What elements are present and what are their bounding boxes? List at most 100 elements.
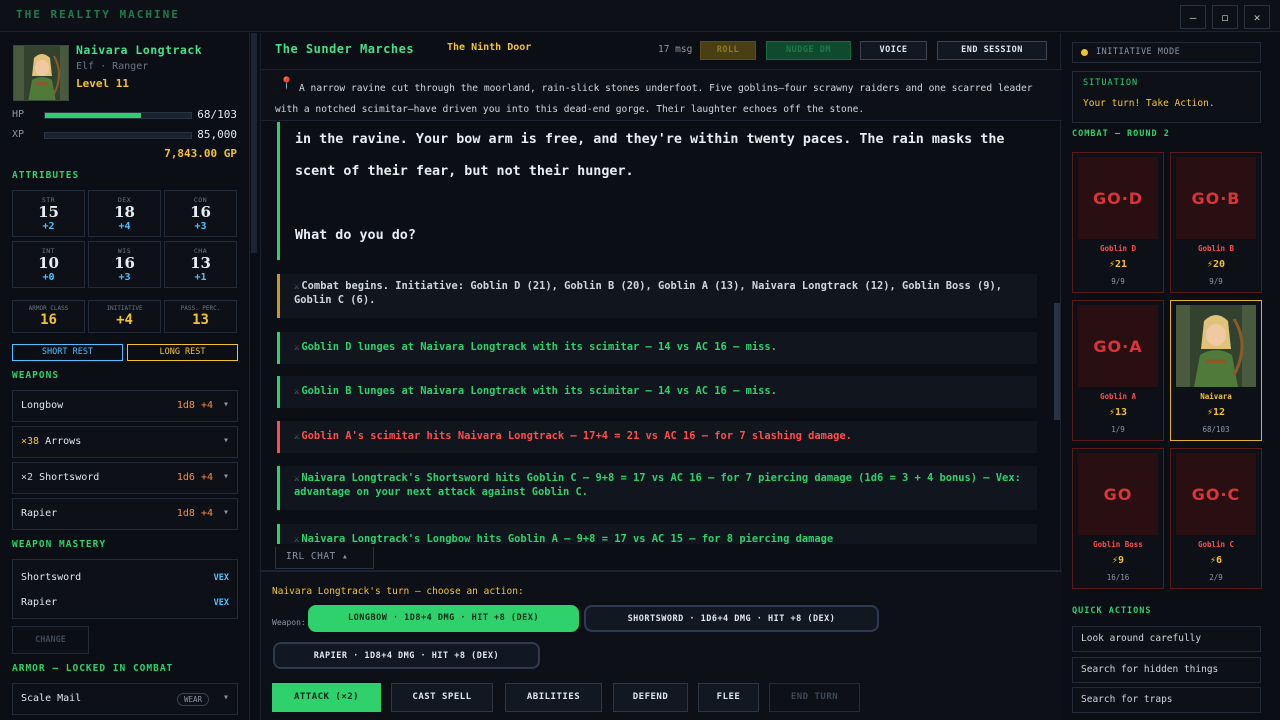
quick-action-search-traps[interactable]: Search for traps xyxy=(1072,687,1261,713)
scene-text: A narrow ravine cut through the moorland… xyxy=(275,83,1033,115)
long-rest-button[interactable]: LONG REST xyxy=(127,344,238,361)
weapon-name-wrap: ×38 Arrows xyxy=(21,436,81,447)
log-text: Goblin B lunges at Naivara Longtrack wit… xyxy=(301,385,777,397)
combatant-name: Goblin B xyxy=(1197,244,1235,253)
close-icon: ✕ xyxy=(1253,10,1261,24)
quick-action-search-hidden[interactable]: Search for hidden things xyxy=(1072,657,1261,683)
combatant-name: Goblin Boss xyxy=(1093,540,1143,549)
combatant-card-active[interactable]: Naivara ⚡12 68/103 xyxy=(1170,300,1262,441)
wear-badge[interactable]: WEAR xyxy=(176,693,209,706)
ranger-portrait-icon xyxy=(14,46,68,100)
goblin-c-portrait: GO·C xyxy=(1176,453,1256,535)
swords-icon: ⚔ xyxy=(294,535,300,544)
end-turn-button[interactable]: END TURN xyxy=(769,683,860,712)
message-log[interactable]: in the ravine. Your bow arm is free, and… xyxy=(261,122,1053,544)
character-portrait xyxy=(13,45,69,101)
naivara-portrait xyxy=(1176,305,1256,387)
title-bar: THE REALITY MACHINE — ◻ ✕ xyxy=(0,0,1280,32)
log-scrollbar[interactable] xyxy=(1054,303,1060,420)
situation-text: Your turn! Take Action. xyxy=(1083,98,1215,109)
hp-bar xyxy=(44,112,192,119)
combatant-card[interactable]: GO·C Goblin C ⚡6 2/9 xyxy=(1170,448,1262,589)
cast-spell-button[interactable]: CAST SPELL xyxy=(391,683,493,712)
character-panel: Naivara Longtrack Elf · Ranger Level 11 … xyxy=(0,33,250,720)
weapon-name: Shortsword xyxy=(39,472,100,483)
end-session-button[interactable]: END SESSION xyxy=(937,41,1047,60)
weapon-qty: ×38 xyxy=(21,436,40,447)
log-text: Combat begins. Initiative: Goblin D (21)… xyxy=(294,280,1003,306)
weapon-row-rapier[interactable]: Rapier 1d8 +4 ▾ xyxy=(12,498,238,530)
flee-button[interactable]: FLEE xyxy=(698,683,759,712)
weapon-name: Arrows xyxy=(45,436,82,447)
combat-panel: INITIATIVE MODE SITUATION Your turn! Tak… xyxy=(1062,33,1280,720)
goblin-a-portrait: GO·A xyxy=(1078,305,1158,387)
log-text: Naivara Longtrack's Longbow hits Goblin … xyxy=(301,533,834,544)
weapon-option-rapier[interactable]: RAPIER · 1D8+4 DMG · HIT +8 (DEX) xyxy=(273,642,540,669)
combatant-name: Goblin A xyxy=(1099,392,1137,401)
attr-mod: +3 xyxy=(194,221,207,232)
combatant-hp: 1/9 xyxy=(1111,425,1125,434)
chevron-down-icon[interactable]: ▾ xyxy=(223,507,229,518)
log-entry: ⚔ Goblin B lunges at Naivara Longtrack wi… xyxy=(277,376,1037,408)
weapon-name: Rapier xyxy=(21,508,58,519)
combatant-card[interactable]: GO·A Goblin A ⚡13 1/9 xyxy=(1072,300,1164,441)
weapon-option-longbow[interactable]: LONGBOW · 1D8+4 DMG · HIT +8 (DEX) xyxy=(308,605,579,632)
chevron-down-icon[interactable]: ▾ xyxy=(223,471,229,482)
campaign-title: The Sunder Marches xyxy=(275,42,415,56)
roll-button[interactable]: ROLL xyxy=(700,41,756,60)
left-scrollbar[interactable] xyxy=(251,33,257,253)
defend-button[interactable]: DEFEND xyxy=(613,683,688,712)
goblin-b-portrait: GO·B xyxy=(1176,157,1256,239)
attr-value: 18 xyxy=(114,203,135,221)
quick-action-look[interactable]: Look around carefully xyxy=(1072,626,1261,652)
character-level: Level 11 xyxy=(76,77,129,90)
weapon-name: Longbow xyxy=(21,400,64,411)
combatant-hp: 2/9 xyxy=(1209,573,1223,582)
chevron-down-icon[interactable]: ▾ xyxy=(223,692,229,703)
weapon-row-longbow[interactable]: Longbow 1d8 +4 ▾ xyxy=(12,390,238,422)
def-value: 16 xyxy=(40,312,57,328)
close-button[interactable]: ✕ xyxy=(1244,5,1270,29)
abilities-button[interactable]: ABILITIES xyxy=(505,683,602,712)
minimize-icon: — xyxy=(1189,10,1197,24)
dm-narration: in the ravine. Your bow arm is free, and… xyxy=(277,122,1037,260)
chevron-down-icon[interactable]: ▾ xyxy=(223,399,229,410)
nudge-dm-button[interactable]: NUDGE DM xyxy=(766,41,851,60)
attack-button[interactable]: ATTACK (×2) xyxy=(272,683,381,712)
mastery-value: VEX xyxy=(213,573,229,583)
chapter-title: The Ninth Door xyxy=(447,42,532,53)
combatant-initiative: ⚡21 xyxy=(1108,259,1128,270)
combatant-card[interactable]: GO·B Goblin B ⚡20 9/9 xyxy=(1170,152,1262,293)
chevron-down-icon[interactable]: ▾ xyxy=(223,435,229,446)
combatant-card[interactable]: GO·D Goblin D ⚡21 9/9 xyxy=(1072,152,1164,293)
swords-icon: ⚔ xyxy=(294,474,300,484)
armor-row[interactable]: Scale Mail WEAR ▾ xyxy=(12,683,238,715)
weapon-row-arrows[interactable]: ×38 Arrows ▾ xyxy=(12,426,238,458)
maximize-button[interactable]: ◻ xyxy=(1212,5,1238,29)
attr-mod: +3 xyxy=(118,272,131,283)
combatant-hp: 16/16 xyxy=(1106,573,1130,582)
weapon-row-shortsword[interactable]: ×2 Shortsword 1d6 +4 ▾ xyxy=(12,462,238,494)
def-value: 13 xyxy=(192,312,209,328)
attr-mod: +4 xyxy=(118,221,131,232)
voice-button[interactable]: VOICE xyxy=(860,41,927,60)
goblin-d-portrait: GO·D xyxy=(1078,157,1158,239)
weapon-mastery-heading: WEAPON MASTERY xyxy=(12,539,107,550)
weapon-option-shortsword[interactable]: SHORTSWORD · 1D6+4 DMG · HIT +8 (DEX) xyxy=(584,605,879,632)
change-mastery-button[interactable]: CHANGE xyxy=(12,626,89,654)
swords-icon: ⚔ xyxy=(294,432,300,442)
log-entry: ⚔ Naivara Longtrack's Shortsword hits Gob… xyxy=(277,466,1037,510)
status-dot-icon xyxy=(1081,49,1088,56)
weapons-heading: WEAPONS xyxy=(12,370,60,381)
attr-value: 16 xyxy=(190,203,211,221)
log-text: Goblin A's scimitar hits Naivara Longtra… xyxy=(301,430,852,442)
weapon-name-wrap: ×2 Shortsword xyxy=(21,472,99,483)
narration-line: in the ravine. Your bow arm is free, and… xyxy=(295,132,1005,147)
irl-chat-tab[interactable]: IRL CHAT ▴ xyxy=(275,547,374,569)
short-rest-button[interactable]: SHORT REST xyxy=(12,344,123,361)
attr-wis: WIS 16 +3 xyxy=(88,241,161,288)
combatant-card[interactable]: GO Goblin Boss ⚡9 16/16 xyxy=(1072,448,1164,589)
minimize-button[interactable]: — xyxy=(1180,5,1206,29)
ranger-portrait-icon xyxy=(1176,305,1256,387)
combatant-name: Naivara xyxy=(1200,392,1232,401)
